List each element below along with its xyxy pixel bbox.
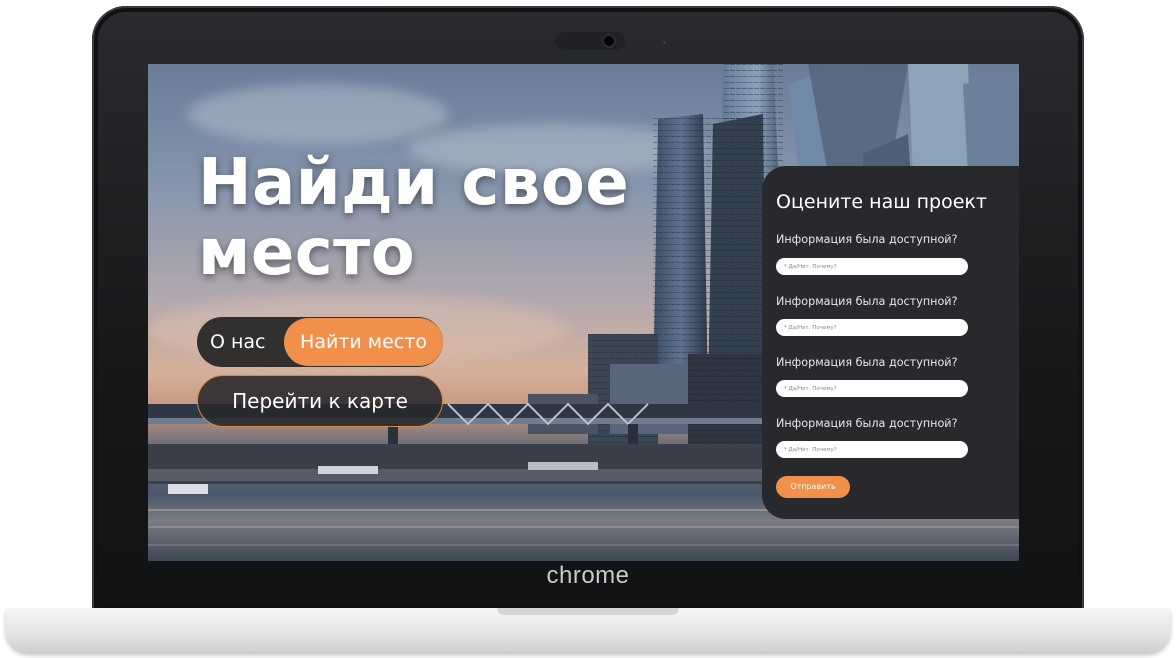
browser-screen: Найди свое место О нас Найти место Перей… <box>148 64 1019 561</box>
answer-input[interactable] <box>776 258 968 275</box>
answer-input[interactable] <box>776 319 968 336</box>
question-label: Информация была доступной? <box>776 233 958 246</box>
question-label: Информация была доступной? <box>776 356 958 369</box>
feedback-title: Оцените наш проект <box>776 191 987 213</box>
hero-title: Найди свое место <box>198 146 630 290</box>
go-to-map-button[interactable]: Перейти к карте <box>197 375 443 427</box>
camera-indicator-light <box>663 41 666 44</box>
webcam-housing <box>555 32 625 50</box>
laptop-hinge-notch <box>497 608 679 615</box>
chrome-brand-label: chrome <box>546 562 630 589</box>
question-label: Информация была доступной? <box>776 417 958 430</box>
nav-find-place-button[interactable]: Найти место <box>284 318 443 366</box>
nav-about-button[interactable]: О нас <box>210 327 285 357</box>
question-label: Информация была доступной? <box>776 295 958 308</box>
laptop-mockup: Найди свое место О нас Найти место Перей… <box>0 0 1176 658</box>
answer-input[interactable] <box>776 441 968 458</box>
submit-button[interactable]: Отправить <box>776 476 850 498</box>
nav-pill-group: О нас Найти место <box>197 317 443 367</box>
webcam-icon <box>604 36 614 46</box>
answer-input[interactable] <box>776 380 968 397</box>
feedback-form: Оцените наш проект Информация была досту… <box>762 166 1019 519</box>
